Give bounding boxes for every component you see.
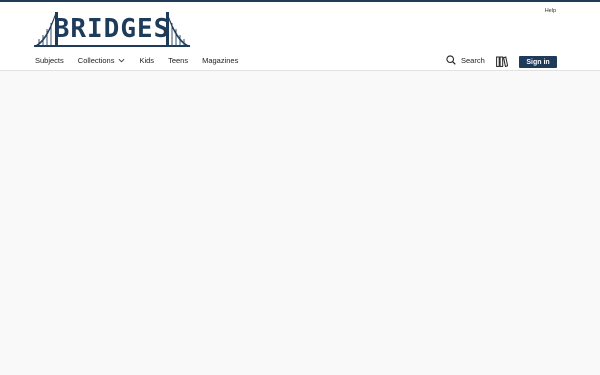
nav-subjects[interactable]: Subjects xyxy=(35,56,64,65)
nav-collections-label: Collections xyxy=(77,56,115,65)
main-nav: Subjects Collections Kids Teens Magazine… xyxy=(35,56,252,65)
nav-magazines-label: Magazines xyxy=(202,56,239,65)
help-link[interactable]: Help xyxy=(545,8,556,14)
nav-teens-label: Teens xyxy=(168,56,189,65)
nav-collections[interactable]: Collections xyxy=(78,56,126,65)
nav-magazines[interactable]: Magazines xyxy=(202,56,238,65)
chevron-down-icon xyxy=(119,58,125,63)
nav-subjects-label: Subjects xyxy=(35,56,64,65)
search-button[interactable]: Search xyxy=(446,55,485,65)
site-header: BRIDGES Help Subjects Collections Kids T… xyxy=(0,2,600,71)
nav-kids[interactable]: Kids xyxy=(139,56,154,65)
nav-teens[interactable]: Teens xyxy=(168,56,188,65)
library-shelf-icon[interactable] xyxy=(496,56,508,67)
nav-kids-label: Kids xyxy=(139,56,155,65)
sign-in-button[interactable]: Sign in xyxy=(519,56,557,68)
search-label: Search xyxy=(461,55,485,65)
search-icon xyxy=(446,55,456,65)
bridges-logo[interactable]: BRIDGES xyxy=(34,11,190,49)
logo-text: BRIDGES xyxy=(54,14,171,44)
